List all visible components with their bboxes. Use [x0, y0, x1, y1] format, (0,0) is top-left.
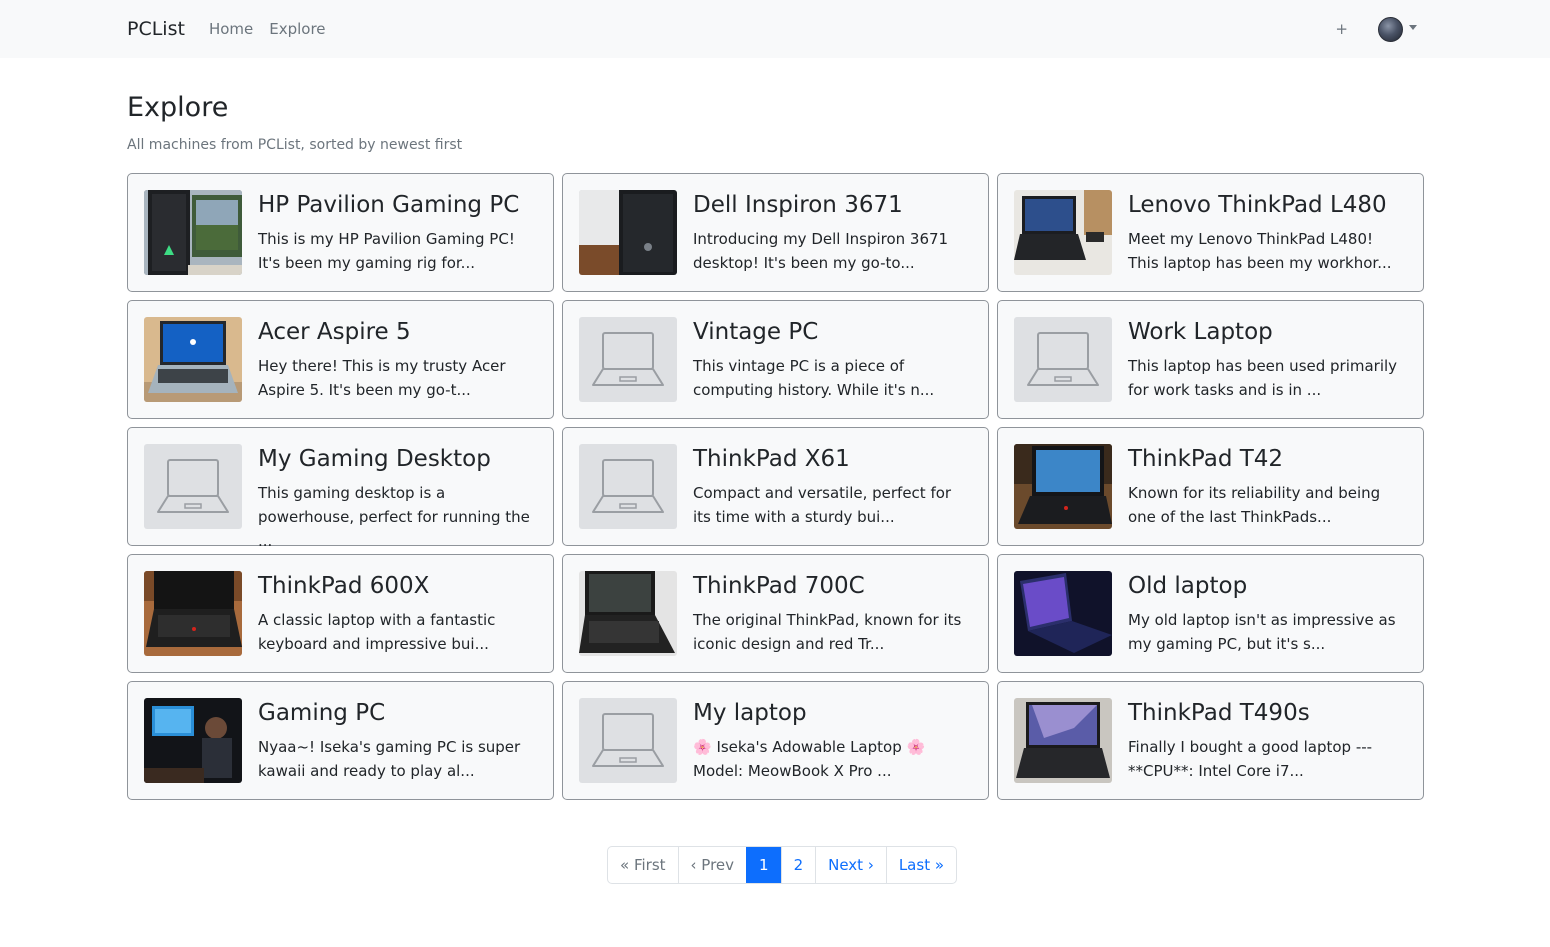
- machine-title[interactable]: My Gaming Desktop: [258, 445, 537, 473]
- card-body: Dell Inspiron 3671 Introducing my Dell I…: [693, 190, 972, 275]
- nav-link-explore[interactable]: Explore: [269, 20, 325, 38]
- machine-card[interactable]: ThinkPad T42 Known for its reliability a…: [997, 427, 1424, 546]
- card-body: ThinkPad T42 Known for its reliability a…: [1128, 444, 1407, 529]
- machine-thumbnail-image: [144, 317, 242, 402]
- machine-title[interactable]: ThinkPad T490s: [1128, 699, 1407, 727]
- card-body: Vintage PC This vintage PC is a piece of…: [693, 317, 972, 402]
- machine-title[interactable]: Work Laptop: [1128, 318, 1407, 346]
- main-content: Explore All machines from PCList, sorted…: [0, 91, 1550, 800]
- page-subtitle: All machines from PCList, sorted by newe…: [127, 137, 463, 153]
- machine-card[interactable]: Old laptop My old laptop isn't as impres…: [997, 554, 1424, 673]
- card-body: Lenovo ThinkPad L480 Meet my Lenovo Thin…: [1128, 190, 1407, 275]
- pagination-last[interactable]: Last »: [885, 847, 956, 883]
- add-machine-button[interactable]: +: [1335, 20, 1348, 38]
- pagination-prev: ‹ Prev: [677, 847, 747, 883]
- machine-card[interactable]: ThinkPad T490s Finally I bought a good l…: [997, 681, 1424, 800]
- machine-description: This gaming desktop is a powerhouse, per…: [258, 484, 530, 550]
- machine-description: Meet my Lenovo ThinkPad L480! This lapto…: [1128, 230, 1392, 272]
- machine-description: This vintage PC is a piece of computing …: [693, 357, 935, 399]
- machine-title[interactable]: ThinkPad 600X: [258, 572, 537, 600]
- card-body: HP Pavilion Gaming PC This is my HP Pavi…: [258, 190, 537, 275]
- machine-card[interactable]: Vintage PC This vintage PC is a piece of…: [562, 300, 989, 419]
- machine-card[interactable]: Dell Inspiron 3671 Introducing my Dell I…: [562, 173, 989, 292]
- laptop-placeholder-icon: [579, 317, 677, 402]
- machine-thumbnail-image: [579, 571, 677, 656]
- machine-card[interactable]: My laptop 🌸 Iseka's Adowable Laptop 🌸 Mo…: [562, 681, 989, 800]
- page-title: Explore: [127, 92, 229, 123]
- machine-card[interactable]: Lenovo ThinkPad L480 Meet my Lenovo Thin…: [997, 173, 1424, 292]
- user-menu-toggle[interactable]: [1378, 16, 1417, 42]
- card-body: ThinkPad 600X A classic laptop with a fa…: [258, 571, 537, 656]
- machine-card[interactable]: Acer Aspire 5 Hey there! This is my trus…: [127, 300, 554, 419]
- machine-title[interactable]: HP Pavilion Gaming PC: [258, 191, 537, 219]
- machine-description: Hey there! This is my trusty Acer Aspire…: [258, 357, 506, 399]
- machine-grid: HP Pavilion Gaming PC This is my HP Pavi…: [127, 173, 1424, 800]
- card-body: ThinkPad T490s Finally I bought a good l…: [1128, 698, 1407, 783]
- chevron-down-icon: [1409, 25, 1417, 30]
- machine-title[interactable]: Old laptop: [1128, 572, 1407, 600]
- card-body: My laptop 🌸 Iseka's Adowable Laptop 🌸 Mo…: [693, 698, 972, 783]
- machine-description: My old laptop isn't as impressive as my …: [1128, 611, 1396, 653]
- card-body: ThinkPad X61 Compact and versatile, perf…: [693, 444, 972, 529]
- machine-title[interactable]: Acer Aspire 5: [258, 318, 537, 346]
- machine-title[interactable]: Gaming PC: [258, 699, 537, 727]
- laptop-placeholder-icon: [144, 444, 242, 529]
- machine-card[interactable]: ThinkPad X61 Compact and versatile, perf…: [562, 427, 989, 546]
- pagination-page-1[interactable]: 1: [746, 847, 781, 883]
- machine-thumbnail-image: [1014, 444, 1112, 529]
- machine-card[interactable]: Work Laptop This laptop has been used pr…: [997, 300, 1424, 419]
- machine-title[interactable]: ThinkPad 700C: [693, 572, 972, 600]
- machine-description: Nyaa~! Iseka's gaming PC is super kawaii…: [258, 738, 521, 780]
- machine-title[interactable]: Vintage PC: [693, 318, 972, 346]
- machine-description: Compact and versatile, perfect for its t…: [693, 484, 952, 526]
- laptop-placeholder-icon: [579, 444, 677, 529]
- machine-thumbnail-image: [144, 698, 242, 783]
- card-body: Gaming PC Nyaa~! Iseka's gaming PC is su…: [258, 698, 537, 783]
- card-body: My Gaming Desktop This gaming desktop is…: [258, 444, 537, 550]
- machine-card[interactable]: Gaming PC Nyaa~! Iseka's gaming PC is su…: [127, 681, 554, 800]
- pagination-next[interactable]: Next ›: [815, 847, 886, 883]
- pagination-page-2[interactable]: 2: [780, 847, 816, 883]
- card-body: ThinkPad 700C The original ThinkPad, kno…: [693, 571, 972, 656]
- laptop-placeholder-icon: [579, 698, 677, 783]
- machine-description: This laptop has been used primarily for …: [1128, 357, 1398, 399]
- machine-description: Known for its reliability and being one …: [1128, 484, 1381, 526]
- machine-card[interactable]: ThinkPad 700C The original ThinkPad, kno…: [562, 554, 989, 673]
- machine-card[interactable]: HP Pavilion Gaming PC This is my HP Pavi…: [127, 173, 554, 292]
- avatar[interactable]: [1378, 16, 1403, 42]
- machine-card[interactable]: My Gaming Desktop This gaming desktop is…: [127, 427, 554, 550]
- machine-thumbnail-image: [144, 190, 242, 275]
- machine-thumbnail-image: [1014, 571, 1112, 656]
- machine-thumbnail-image: [1014, 698, 1112, 783]
- machine-title[interactable]: Lenovo ThinkPad L480: [1128, 191, 1407, 219]
- machine-description: The original ThinkPad, known for its ico…: [693, 611, 962, 653]
- machine-thumbnail-image: [1014, 190, 1112, 275]
- machine-title[interactable]: ThinkPad X61: [693, 445, 972, 473]
- machine-description: Introducing my Dell Inspiron 3671 deskto…: [693, 230, 949, 272]
- machine-description: 🌸 Iseka's Adowable Laptop 🌸 Model: MeowB…: [693, 738, 926, 780]
- machine-description: This is my HP Pavilion Gaming PC! It's b…: [258, 230, 515, 272]
- machine-description: A classic laptop with a fantastic keyboa…: [258, 611, 496, 653]
- pagination: « First ‹ Prev 1 2 Next › Last »: [607, 846, 958, 884]
- pagination-first: « First: [620, 856, 666, 874]
- nav-link-home[interactable]: Home: [209, 20, 253, 38]
- navbar: PCList Home Explore +: [0, 0, 1550, 58]
- laptop-placeholder-icon: [1014, 317, 1112, 402]
- machine-card[interactable]: ThinkPad 600X A classic laptop with a fa…: [127, 554, 554, 673]
- machine-title[interactable]: ThinkPad T42: [1128, 445, 1407, 473]
- card-body: Work Laptop This laptop has been used pr…: [1128, 317, 1407, 402]
- navbar-right: +: [1335, 0, 1417, 58]
- machine-thumbnail-image: [579, 190, 677, 275]
- machine-thumbnail-image: [144, 571, 242, 656]
- card-body: Acer Aspire 5 Hey there! This is my trus…: [258, 317, 537, 402]
- card-body: Old laptop My old laptop isn't as impres…: [1128, 571, 1407, 656]
- machine-title[interactable]: My laptop: [693, 699, 972, 727]
- machine-description: Finally I bought a good laptop --- **CPU…: [1128, 738, 1373, 780]
- brand-link[interactable]: PCList: [127, 18, 185, 40]
- machine-title[interactable]: Dell Inspiron 3671: [693, 191, 972, 219]
